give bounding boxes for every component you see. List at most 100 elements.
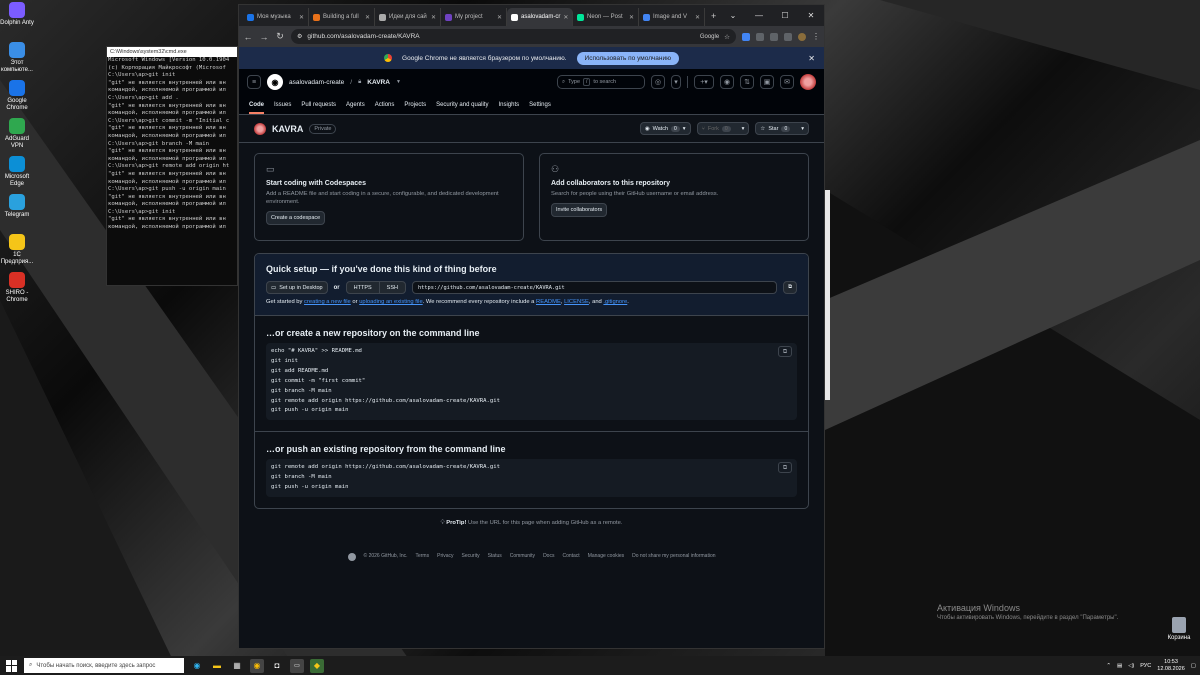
gitignore-link[interactable]: .gitignore (603, 299, 627, 305)
cmd-taskbar-icon[interactable]: ▭ (290, 658, 304, 673)
https-toggle[interactable]: HTTPS (345, 281, 380, 294)
tab-issues[interactable]: Issues (274, 102, 291, 108)
copy-icon[interactable]: ⧉ (778, 462, 792, 474)
desktop-icon[interactable]: 1С Предприя... (0, 234, 34, 266)
footer-link[interactable]: Do not share my personal information (632, 553, 715, 561)
desktop-icon[interactable]: Dolphin Anty (0, 2, 34, 27)
desktop-icon[interactable]: Google Chrome (0, 80, 34, 112)
footer-link[interactable]: Privacy (437, 553, 453, 561)
upload-file-link[interactable]: uploading an existing file (359, 299, 423, 305)
maximize-button[interactable]: ☐ (772, 5, 798, 26)
tab-close-icon[interactable]: ✕ (497, 14, 502, 21)
footer-link[interactable]: Security (462, 553, 480, 561)
store-icon[interactable]: ▦ (230, 659, 244, 673)
breadcrumb-owner[interactable]: asalovadam-create (289, 79, 344, 86)
taskbar-search-input[interactable]: ⌕ Чтобы начать поиск, введите здесь запр… (24, 658, 184, 673)
tab-close-icon[interactable]: ✕ (365, 14, 370, 21)
new-tab-button[interactable]: + (711, 11, 716, 21)
watch-button[interactable]: ◉ Watch 0 ▾ (639, 122, 691, 135)
extension-icon[interactable] (742, 32, 750, 41)
notifications-icon[interactable]: ▢ (1191, 663, 1196, 669)
tray-expand-icon[interactable]: ⌃ (1106, 663, 1111, 669)
tab-insights[interactable]: Insights (498, 102, 519, 108)
tab-agents[interactable]: Agents (346, 102, 365, 108)
cmd-window[interactable]: C:\Windows\system32\cmd.exe Microsoft Wi… (106, 46, 238, 286)
copilot-dropdown-icon[interactable]: ▾ (671, 75, 681, 89)
desktop-icon[interactable]: SHIRO - Chrome (0, 272, 34, 304)
close-window-button[interactable]: ✕ (798, 5, 824, 26)
browser-tab[interactable]: Building a full ✕ (309, 8, 375, 26)
adguard-taskbar-icon[interactable]: ◘ (270, 659, 284, 673)
language-indicator[interactable]: РУС (1140, 663, 1151, 669)
browser-tab[interactable]: Neon — Post ✕ (573, 8, 639, 26)
tab-close-icon[interactable]: ✕ (695, 14, 700, 21)
tab-close-icon[interactable]: ✕ (629, 14, 634, 21)
desktop-icon[interactable]: Telegram (0, 194, 34, 219)
url-text[interactable]: github.com/asalovadam-create/KAVRA (307, 33, 419, 40)
footer-link[interactable]: Manage cookies (588, 553, 624, 561)
shield-icon[interactable] (756, 32, 764, 41)
google-lens-badge[interactable]: Google (700, 34, 719, 40)
forward-icon[interactable]: → (259, 32, 269, 42)
repo-switcher-chevron-icon[interactable]: ▼ (396, 79, 401, 85)
browser-tab[interactable]: Идеи для сай ✕ (375, 8, 441, 26)
tab-close-icon[interactable]: ✕ (431, 14, 436, 21)
ssh-toggle[interactable]: SSH (378, 281, 406, 294)
edge-taskbar-icon[interactable]: ◉ (190, 659, 204, 673)
footer-link[interactable]: Terms (415, 553, 429, 561)
tab-close-icon[interactable]: ✕ (299, 14, 304, 21)
create-codespace-button[interactable]: Create a codespace (266, 211, 326, 225)
create-new-icon[interactable]: +▾ (694, 75, 714, 89)
browser-tab[interactable]: My project ✕ (441, 8, 507, 26)
bookmark-star-icon[interactable]: ☆ (724, 33, 730, 41)
omnibox[interactable]: ⚙ github.com/asalovadam-create/KAVRA Goo… (291, 29, 736, 44)
copy-icon[interactable]: ⧉ (778, 346, 792, 357)
copy-icon[interactable]: ⧉ (783, 281, 797, 294)
recycle-bin[interactable]: Корзина (1164, 617, 1194, 641)
desktop-icon[interactable]: AdGuard VPN (0, 118, 34, 150)
chevron-down-icon[interactable]: ▾ (801, 126, 804, 132)
cmd-titlebar[interactable]: C:\Windows\system32\cmd.exe (107, 47, 237, 57)
tab-close-icon[interactable]: ✕ (563, 14, 568, 21)
tab-code[interactable]: Code (249, 102, 264, 114)
back-icon[interactable]: ← (243, 32, 253, 42)
readme-link[interactable]: README (536, 299, 561, 305)
volume-icon[interactable]: ◁) (1128, 663, 1134, 669)
pull-requests-icon[interactable]: ⇅ (740, 75, 754, 89)
avatar[interactable] (800, 74, 816, 90)
tab-security-and-quality[interactable]: Security and quality (436, 102, 488, 108)
site-info-icon[interactable]: ⚙ (297, 33, 302, 40)
github-logo-icon[interactable]: ◉ (267, 74, 283, 90)
footer-link[interactable]: Contact (562, 553, 579, 561)
tab-projects[interactable]: Projects (404, 102, 426, 108)
profile-icon[interactable] (798, 32, 806, 41)
footer-link[interactable]: Docs (543, 553, 554, 561)
download-icon[interactable] (784, 32, 792, 41)
fork-button[interactable]: ⑂ Fork 0 ▾ (696, 122, 750, 135)
close-icon[interactable]: ✕ (808, 54, 815, 63)
app-taskbar-icon[interactable]: ◆ (310, 658, 324, 673)
breadcrumb-repo[interactable]: KAVRA (367, 79, 390, 86)
puzzle-icon[interactable] (770, 32, 778, 41)
chrome-taskbar-icon[interactable]: ◉ (250, 658, 264, 673)
footer-link[interactable]: Community (510, 553, 535, 561)
desktop-icon[interactable]: Microsoft Edge (0, 156, 34, 188)
setup-desktop-button[interactable]: ▭ Set up in Desktop (266, 281, 328, 294)
inbox-icon[interactable]: ✉ (780, 75, 794, 89)
copilot-icon[interactable]: ◎ (651, 75, 665, 89)
footer-link[interactable]: Status (488, 553, 502, 561)
issues-icon[interactable]: ◉ (720, 75, 734, 89)
create-file-link[interactable]: creating a new file (304, 299, 351, 305)
minimize-button[interactable]: — (746, 5, 772, 26)
tab-pull-requests[interactable]: Pull requests (301, 102, 336, 108)
file-explorer-icon[interactable]: ▬ (210, 659, 224, 673)
license-link[interactable]: LICENSE (564, 299, 589, 305)
chevron-down-icon[interactable]: ▾ (742, 126, 745, 132)
reload-icon[interactable]: ↻ (275, 31, 285, 42)
network-icon[interactable]: ▤ (1117, 663, 1122, 669)
menu-kebab-icon[interactable]: ⋮ (812, 32, 820, 41)
clock[interactable]: 10:53 12.08.2026 (1157, 659, 1185, 673)
star-button[interactable]: ☆ Star 0 ▾ (755, 122, 809, 135)
hamburger-menu-icon[interactable]: ≡ (247, 75, 261, 89)
invite-collaborators-button[interactable]: Invite collaborators (551, 203, 608, 217)
